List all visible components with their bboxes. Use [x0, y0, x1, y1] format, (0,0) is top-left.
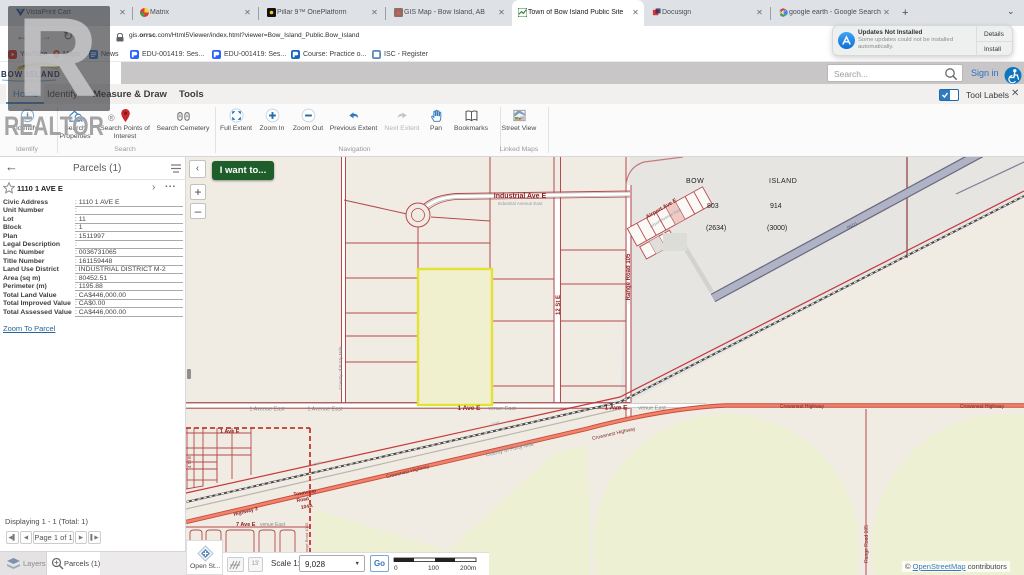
svg-text:4 St E: 4 St E [187, 456, 192, 468]
svg-text:venue East: venue East [638, 406, 666, 412]
svg-text:100: 100 [428, 565, 439, 572]
svg-text:1 Ave E: 1 Ave E [604, 405, 628, 412]
svg-text:County of Forty Mile: County of Forty Mile [338, 346, 344, 389]
svg-text:1 Avenue East: 1 Avenue East [249, 407, 285, 413]
svg-text:Crowsnest Highway: Crowsnest Highway [780, 404, 825, 410]
svg-text:ISLAND: ISLAND [769, 178, 797, 185]
svg-text:BOW: BOW [686, 178, 704, 185]
svg-text:venue East: venue East [260, 522, 286, 528]
svg-text:Range Road 105: Range Road 105 [864, 525, 870, 563]
svg-text:803: 803 [707, 203, 719, 210]
svg-text:1 Avenue East: 1 Avenue East [307, 407, 343, 413]
svg-text:1 Ave E: 1 Ave E [457, 405, 481, 412]
svg-text:12 St E: 12 St E [556, 295, 562, 315]
svg-text:Crowsnest Highway: Crowsnest Highway [960, 404, 1005, 410]
svg-text:Range Road 105: Range Road 105 [626, 253, 632, 300]
svg-text:Industrial Ave E: Industrial Ave E [494, 193, 547, 200]
svg-text:venue East: venue East [488, 406, 516, 412]
svg-text:1 Ave E: 1 Ave E [220, 429, 240, 435]
svg-text:(3000): (3000) [767, 225, 787, 232]
svg-text:914: 914 [770, 203, 782, 210]
svg-text:Industrial Avenue East: Industrial Avenue East [498, 201, 543, 206]
svg-text:Range Road 1043: Range Road 1043 [304, 522, 309, 555]
svg-text:7 Ave E: 7 Ave E [236, 522, 256, 528]
svg-text:0: 0 [394, 565, 398, 572]
svg-text:(2634): (2634) [706, 225, 726, 232]
svg-text:200m: 200m [460, 565, 476, 572]
